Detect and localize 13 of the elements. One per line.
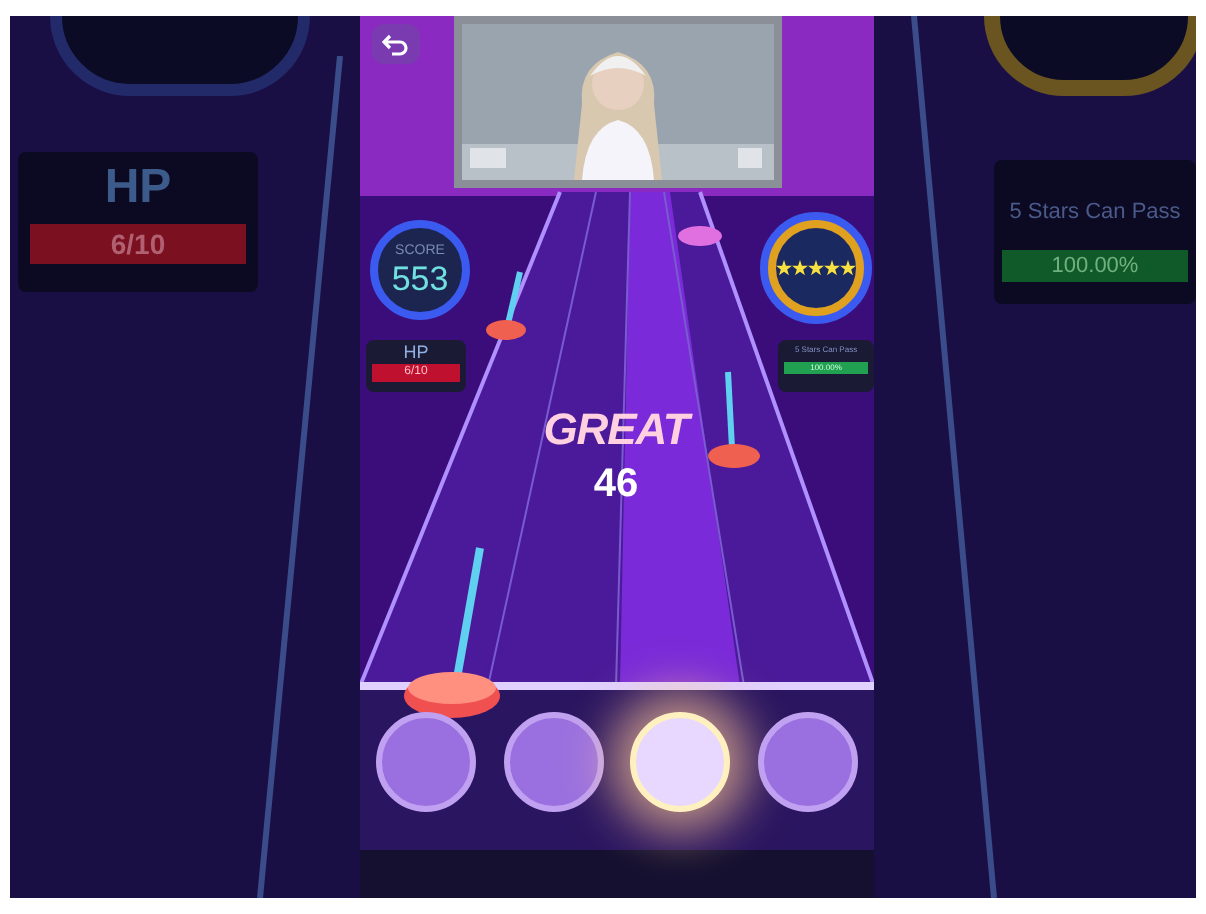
hp-value: 6/10: [30, 224, 246, 264]
undo-icon: [382, 32, 410, 56]
note-drawing: [704, 368, 764, 472]
goal-label: 5 Stars Can Pass: [1007, 198, 1183, 228]
combo-count: 46: [593, 464, 639, 504]
judgement-text: GREAT: [543, 408, 689, 452]
hp-label: HP: [401, 340, 431, 364]
goal-value: 100.00%: [1002, 249, 1188, 281]
score-value: 553: [391, 262, 449, 296]
back-button[interactable]: [372, 24, 420, 64]
note-drawing: [484, 268, 532, 344]
note-drawing: [676, 222, 724, 250]
hp-label: HP: [102, 164, 174, 212]
